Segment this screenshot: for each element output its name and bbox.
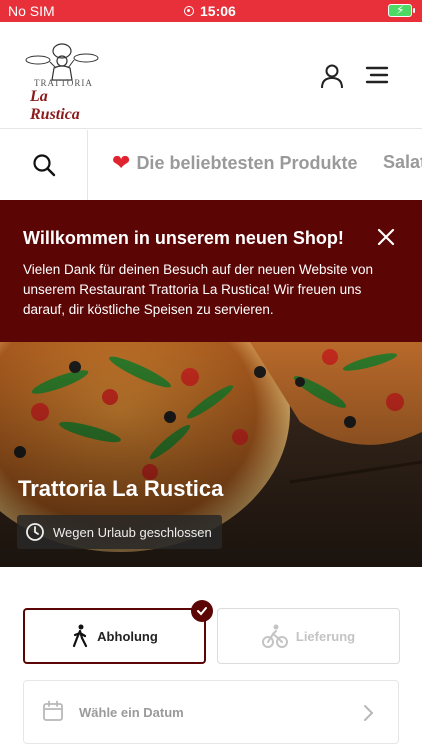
chevron-right-icon (364, 705, 374, 721)
category-tab-salat[interactable]: Salat (383, 152, 422, 173)
welcome-text: Vielen Dank für deinen Besuch auf der ne… (23, 262, 373, 317)
restaurant-name: Trattoria La Rustica (18, 476, 224, 501)
delivery-label: Lieferung (295, 628, 356, 644)
close-icon (377, 228, 395, 246)
chef-logo-icon (25, 43, 99, 81)
selected-check-badge (191, 600, 213, 622)
category-tab-popular[interactable]: ❤ Die beliebtesten Produkte (112, 152, 358, 174)
status-bar: No SIM 15:06 ⚡ (0, 0, 422, 22)
carrier-label: No SIM (8, 3, 55, 19)
hero-image: Trattoria La Rustica Wegen Urlaub geschl… (0, 342, 422, 567)
clock-time: 15:06 (200, 3, 236, 19)
logo-subtitle: TRATTORIA (34, 78, 93, 88)
welcome-banner: Willkommen in unserem neuen Shop! Vielen… (0, 200, 422, 342)
category-bar: ❤ Die beliebtesten Produkte Salat (0, 130, 422, 200)
user-icon (321, 64, 343, 89)
hamburger-icon (365, 66, 389, 84)
opening-status-badge: Wegen Urlaub geschlossen (17, 515, 222, 549)
welcome-title: Willkommen in unserem neuen Shop! (23, 228, 344, 248)
calendar-icon (43, 700, 63, 721)
date-picker-row[interactable]: Wähle ein Datum (23, 680, 399, 744)
delivery-option-button[interactable]: Lieferung (217, 608, 400, 664)
category-label: Salat (383, 152, 422, 172)
close-banner-button[interactable] (376, 227, 396, 247)
battery-icon: ⚡ (388, 3, 415, 17)
category-label: Die beliebtesten Produkte (136, 152, 358, 173)
pickup-option-button[interactable]: Abholung (23, 608, 206, 664)
clock: 15:06 (184, 3, 236, 19)
search-button[interactable] (0, 130, 88, 200)
screen-record-icon (184, 6, 194, 16)
pickup-label: Abholung (97, 628, 158, 644)
checkmark-icon (197, 607, 207, 616)
logo-title: La Rustica (30, 88, 80, 123)
date-picker-label: Wähle ein Datum (79, 705, 184, 720)
account-button[interactable] (318, 62, 346, 90)
opening-status-text: Wegen Urlaub geschlossen (53, 524, 212, 540)
walking-icon (73, 624, 88, 648)
search-icon (32, 154, 55, 177)
menu-button[interactable] (364, 64, 390, 86)
site-header: TRATTORIA La Rustica (0, 22, 422, 129)
heart-icon: ❤ (112, 150, 131, 175)
clock-icon (26, 523, 44, 541)
bike-icon (261, 624, 288, 648)
restaurant-logo[interactable]: TRATTORIA La Rustica (24, 42, 100, 123)
